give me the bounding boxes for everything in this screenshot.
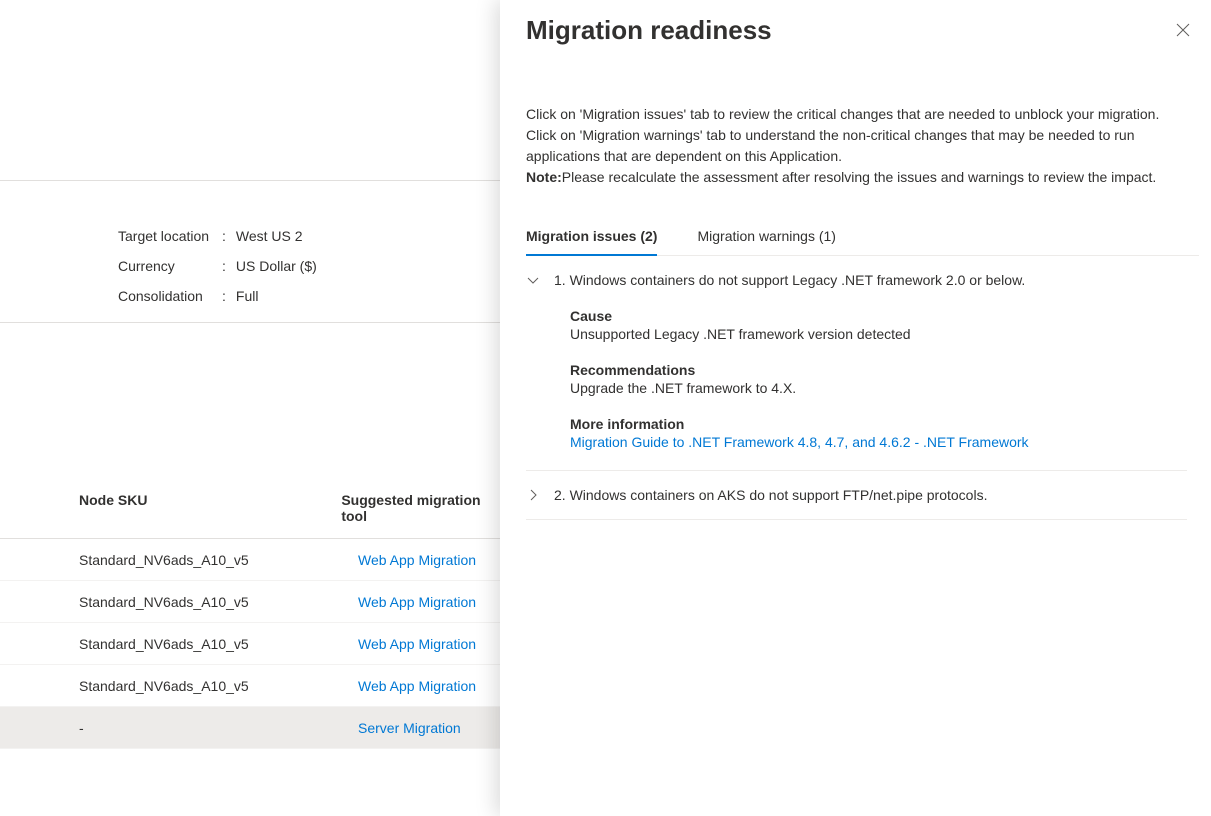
panel-title: Migration readiness [526,15,772,46]
table-row[interactable]: - Server Migration [0,707,500,749]
table-row[interactable]: Standard_NV6ads_A10_v5 Web App Migration [0,539,500,581]
divider [0,180,500,181]
migration-readiness-panel: Migration readiness Click on 'Migration … [500,0,1211,816]
migration-tool-link[interactable]: Web App Migration [358,552,476,568]
issue-toggle[interactable]: 1. Windows containers do not support Leg… [526,272,1187,288]
issue-toggle[interactable]: 2. Windows containers on AKS do not supp… [526,487,1187,503]
panel-header: Migration readiness [526,14,1199,46]
migration-tool-link[interactable]: Web App Migration [358,678,476,694]
desc-text: Click on 'Migration issues' tab to revie… [526,106,1159,164]
more-info-link[interactable]: Migration Guide to .NET Framework 4.8, 4… [570,434,1029,450]
property-row: Consolidation : Full [118,288,500,304]
property-colon: : [222,228,226,244]
property-value: Full [236,288,259,304]
issue-recommendations-section: Recommendations Upgrade the .NET framewo… [570,362,1187,396]
recommendations-label: Recommendations [570,362,1187,378]
cause-label: Cause [570,308,1187,324]
property-label: Currency [118,258,222,274]
cell-sku: - [0,720,358,736]
property-row: Currency : US Dollar ($) [118,258,500,274]
table-row[interactable]: Standard_NV6ads_A10_v5 Web App Migration [0,581,500,623]
property-colon: : [222,258,226,274]
property-value: US Dollar ($) [236,258,317,274]
cell-sku: Standard_NV6ads_A10_v5 [0,594,358,610]
divider [0,322,500,323]
migration-tool-link[interactable]: Web App Migration [358,636,476,652]
migration-tool-link[interactable]: Server Migration [358,720,461,736]
issue-title: 1. Windows containers do not support Leg… [554,272,1025,288]
cell-sku: Standard_NV6ads_A10_v5 [0,552,358,568]
close-button[interactable] [1167,14,1199,46]
background-main: Target location : West US 2 Currency : U… [0,0,500,816]
col-header-tool[interactable]: Suggested migration tool [341,492,500,524]
issue-title: 2. Windows containers on AKS do not supp… [554,487,987,503]
note-label: Note: [526,169,562,185]
tabs: Migration issues (2) Migration warnings … [526,228,1199,256]
tab-migration-issues[interactable]: Migration issues (2) [526,228,657,256]
sku-table: Node SKU Suggested migration tool Standa… [0,492,500,749]
col-header-sku[interactable]: Node SKU [0,492,341,524]
issue-cause-section: Cause Unsupported Legacy .NET framework … [570,308,1187,342]
table-header: Node SKU Suggested migration tool [0,492,500,539]
property-label: Target location [118,228,222,244]
chevron-right-icon [526,488,540,502]
issue-item: 2. Windows containers on AKS do not supp… [526,471,1187,520]
issue-item: 1. Windows containers do not support Leg… [526,256,1187,471]
issue-more-info-section: More information Migration Guide to .NET… [570,416,1187,450]
cell-sku: Standard_NV6ads_A10_v5 [0,636,358,652]
close-icon [1176,23,1190,37]
cell-sku: Standard_NV6ads_A10_v5 [0,678,358,694]
table-row[interactable]: Standard_NV6ads_A10_v5 Web App Migration [0,623,500,665]
migration-tool-link[interactable]: Web App Migration [358,594,476,610]
property-label: Consolidation [118,288,222,304]
issue-body: Cause Unsupported Legacy .NET framework … [526,308,1187,450]
recommendations-text: Upgrade the .NET framework to 4.X. [570,380,1187,396]
tab-migration-warnings[interactable]: Migration warnings (1) [697,228,836,255]
issues-list: 1. Windows containers do not support Leg… [526,256,1199,520]
property-row: Target location : West US 2 [118,228,500,244]
note-text: Please recalculate the assessment after … [562,169,1157,185]
panel-description: Click on 'Migration issues' tab to revie… [526,104,1199,188]
property-colon: : [222,288,226,304]
cause-text: Unsupported Legacy .NET framework versio… [570,326,1187,342]
property-value: West US 2 [236,228,303,244]
table-row[interactable]: Standard_NV6ads_A10_v5 Web App Migration [0,665,500,707]
more-info-label: More information [570,416,1187,432]
chevron-down-icon [526,273,540,287]
properties-block: Target location : West US 2 Currency : U… [0,0,500,304]
